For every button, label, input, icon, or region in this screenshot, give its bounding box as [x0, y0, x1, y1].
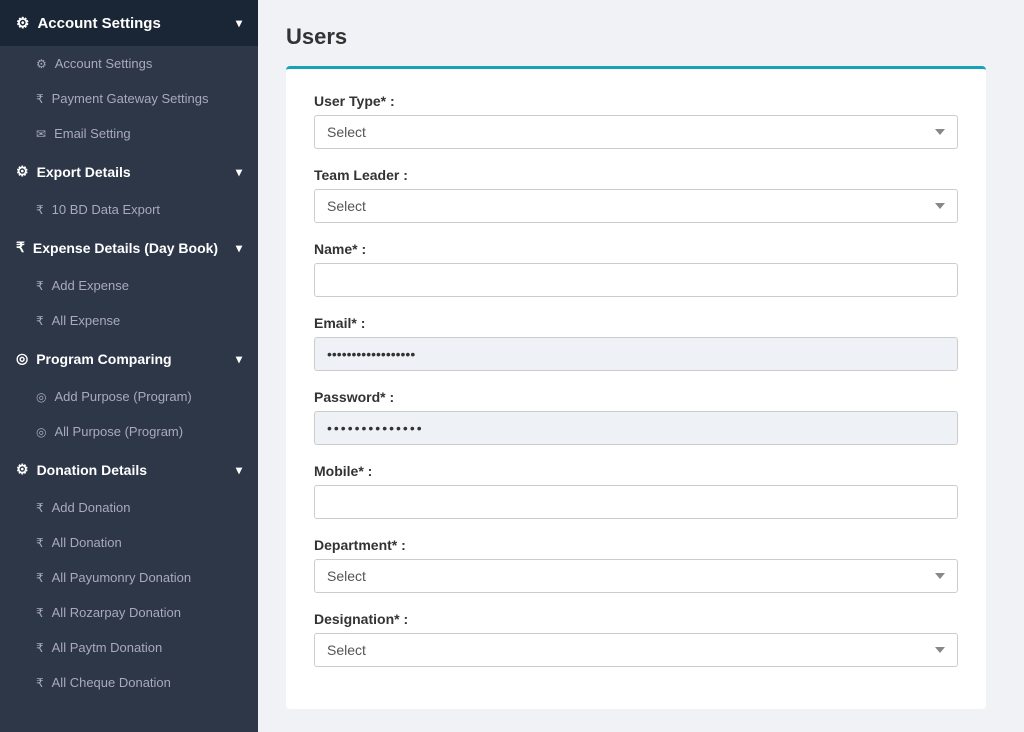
chevron-down-icon: ▾: [236, 463, 242, 477]
target-icon: ◎: [36, 390, 46, 404]
rupee-icon: ₹: [36, 676, 44, 690]
sidebar-item-payment-gateway[interactable]: ₹ Payment Gateway Settings: [0, 81, 258, 116]
rupee-icon: ₹: [36, 92, 44, 106]
target-icon: ◎: [36, 425, 46, 439]
user-type-label: User Type* :: [314, 93, 958, 109]
sidebar-account-settings-label: Account Settings: [37, 15, 160, 32]
rupee-icon: ₹: [36, 641, 44, 655]
sidebar-item-add-expense[interactable]: ₹ Add Expense: [0, 268, 258, 303]
sidebar-item-add-donation[interactable]: ₹ Add Donation: [0, 490, 258, 525]
gear-icon: ⚙: [16, 163, 29, 180]
name-input[interactable]: [314, 263, 958, 297]
user-type-group: User Type* : Select: [314, 93, 958, 149]
mobile-group: Mobile* :: [314, 463, 958, 519]
department-group: Department* : Select: [314, 537, 958, 593]
rupee-icon: ₹: [36, 536, 44, 550]
gear-icon: ⚙: [16, 14, 29, 32]
team-leader-group: Team Leader : Select: [314, 167, 958, 223]
main-content: Users User Type* : Select Team Leader : …: [258, 0, 1024, 732]
team-leader-label: Team Leader :: [314, 167, 958, 183]
sidebar-item-all-donation[interactable]: ₹ All Donation: [0, 525, 258, 560]
rupee-icon: ₹: [36, 571, 44, 585]
email-input[interactable]: [314, 337, 958, 371]
department-select[interactable]: Select: [314, 559, 958, 593]
mobile-label: Mobile* :: [314, 463, 958, 479]
password-label: Password* :: [314, 389, 958, 405]
sidebar-export-details-header[interactable]: ⚙ Export Details ▾: [0, 151, 258, 192]
name-label: Name* :: [314, 241, 958, 257]
sidebar-donation-details-header[interactable]: ⚙ Donation Details ▾: [0, 449, 258, 490]
chevron-down-icon: ▾: [236, 241, 242, 255]
password-group: Password* :: [314, 389, 958, 445]
sidebar-item-all-purpose[interactable]: ◎ All Purpose (Program): [0, 414, 258, 449]
page-title: Users: [286, 24, 996, 50]
name-group: Name* :: [314, 241, 958, 297]
email-label: Email* :: [314, 315, 958, 331]
sidebar-item-account-settings[interactable]: ⚙ Account Settings: [0, 46, 258, 81]
department-label: Department* :: [314, 537, 958, 553]
email-group: Email* :: [314, 315, 958, 371]
password-input[interactable]: [314, 411, 958, 445]
rupee-icon: ₹: [36, 279, 44, 293]
sidebar-item-10bd-export[interactable]: ₹ 10 BD Data Export: [0, 192, 258, 227]
rupee-icon: ₹: [36, 314, 44, 328]
mobile-input[interactable]: [314, 485, 958, 519]
rupee-icon: ₹: [36, 501, 44, 515]
team-leader-select[interactable]: Select: [314, 189, 958, 223]
gear-small-icon: ⚙: [36, 57, 47, 71]
sidebar: ⚙ Account Settings ▾ ⚙ Account Settings …: [0, 0, 258, 732]
chevron-down-icon: ▾: [236, 352, 242, 366]
sidebar-item-all-paytm-donation[interactable]: ₹ All Paytm Donation: [0, 630, 258, 665]
sidebar-expense-details-header[interactable]: ₹ Expense Details (Day Book) ▾: [0, 227, 258, 268]
rupee-icon: ₹: [36, 606, 44, 620]
sidebar-account-settings-header[interactable]: ⚙ Account Settings ▾: [0, 0, 258, 46]
designation-select[interactable]: Select: [314, 633, 958, 667]
sidebar-item-all-payumonry-donation[interactable]: ₹ All Payumonry Donation: [0, 560, 258, 595]
sidebar-item-all-expense[interactable]: ₹ All Expense: [0, 303, 258, 338]
gear-icon: ⚙: [16, 461, 29, 478]
chevron-down-icon: ▾: [236, 165, 242, 179]
sidebar-item-all-rozarpay-donation[interactable]: ₹ All Rozarpay Donation: [0, 595, 258, 630]
sidebar-item-email-setting[interactable]: ✉ Email Setting: [0, 116, 258, 151]
rupee-icon: ₹: [36, 203, 44, 217]
sidebar-program-comparing-header[interactable]: ◎ Program Comparing ▾: [0, 338, 258, 379]
rupee-icon: ₹: [16, 239, 25, 256]
target-icon: ◎: [16, 350, 28, 367]
chevron-down-icon: ▾: [236, 16, 242, 30]
designation-label: Designation* :: [314, 611, 958, 627]
sidebar-item-all-cheque-donation[interactable]: ₹ All Cheque Donation: [0, 665, 258, 700]
sidebar-item-add-purpose[interactable]: ◎ Add Purpose (Program): [0, 379, 258, 414]
users-form-card: User Type* : Select Team Leader : Select…: [286, 66, 986, 709]
designation-group: Designation* : Select: [314, 611, 958, 667]
user-type-select[interactable]: Select: [314, 115, 958, 149]
email-icon: ✉: [36, 127, 46, 141]
